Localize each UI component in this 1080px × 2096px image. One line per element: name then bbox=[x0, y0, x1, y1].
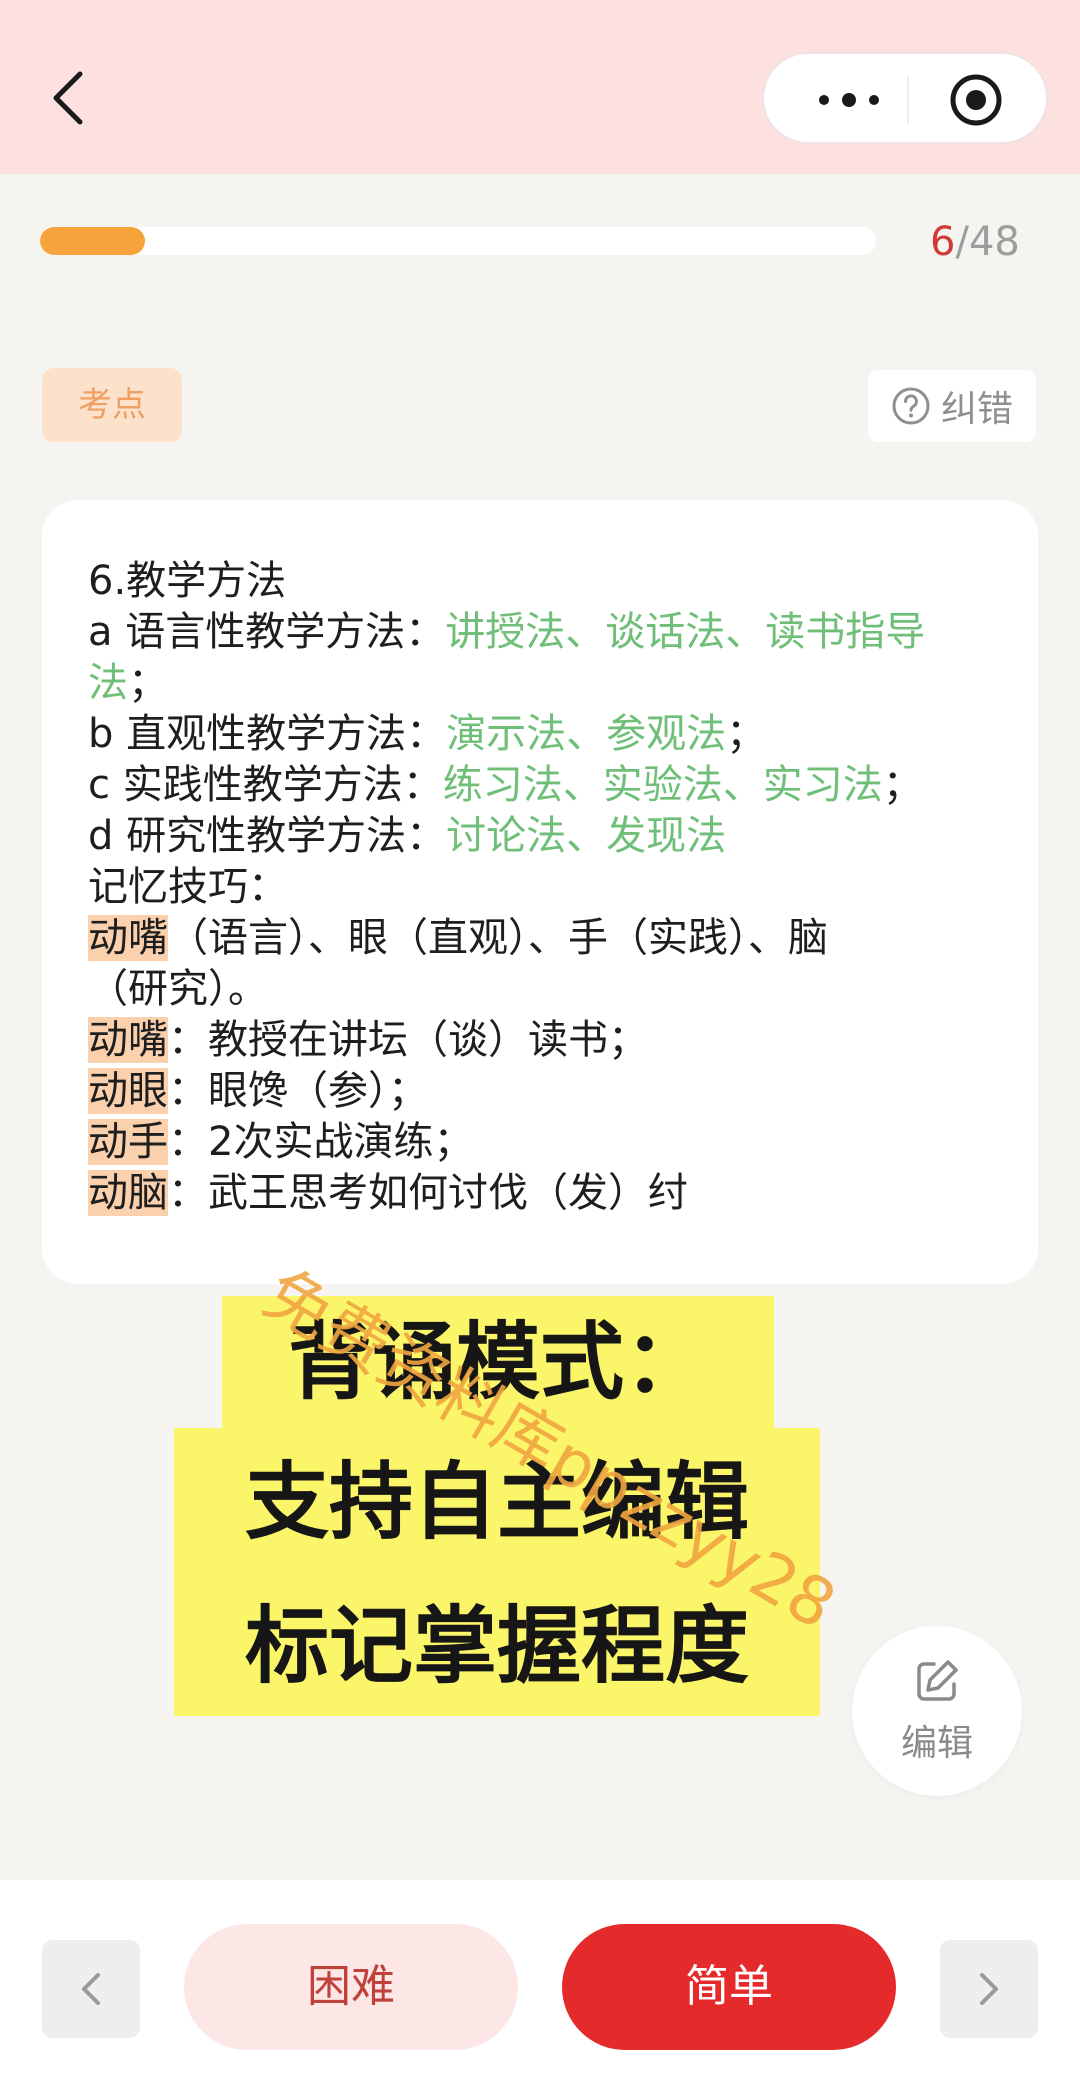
easy-button[interactable]: 简单 bbox=[562, 1924, 896, 2050]
method-c-line: c 实践性教学方法：练习法、实验法、实习法； bbox=[88, 760, 1008, 811]
close-mini-program-button[interactable] bbox=[948, 72, 1004, 128]
more-dots-icon bbox=[819, 93, 879, 107]
report-error-button[interactable]: 纠错 bbox=[868, 370, 1036, 442]
tip-title: 记忆技巧： bbox=[88, 864, 288, 910]
hard-button[interactable]: 困难 bbox=[184, 1924, 518, 2050]
tip-text: （语言）、眼（直观）、手（实践）、脑 bbox=[168, 915, 828, 961]
tip-highlight: 动嘴 bbox=[88, 915, 168, 961]
report-error-label: 纠错 bbox=[940, 389, 1013, 430]
edit-button[interactable]: 编辑 bbox=[852, 1626, 1022, 1796]
method-a-list-cont: 法 bbox=[88, 660, 128, 706]
method-b-list: 演示法、参观法 bbox=[446, 711, 727, 757]
mnemonic-2: 动眼：眼馋（参）； bbox=[88, 1066, 1008, 1117]
more-button[interactable] bbox=[804, 80, 894, 120]
method-d-list: 讨论法、发现法 bbox=[446, 813, 727, 859]
mnemonic-4-text: ：武王思考如何讨伐（发）纣 bbox=[168, 1170, 688, 1216]
method-c-end: ； bbox=[882, 762, 923, 808]
back-button[interactable] bbox=[40, 62, 96, 134]
mnemonic-4-key: 动脑 bbox=[88, 1170, 168, 1216]
method-a-line: a 语言性教学方法：讲授法、谈话法、读书指导 bbox=[88, 607, 1008, 658]
tip-line-2: （研究）。 bbox=[88, 966, 268, 1012]
mnemonic-2-text: ：眼馋（参）； bbox=[168, 1068, 428, 1114]
card-content: 6.教学方法 a 语言性教学方法：讲授法、谈话法、读书指导 法； b 直观性教学… bbox=[88, 556, 1008, 1219]
progress-bar bbox=[40, 227, 876, 255]
top-bar bbox=[0, 0, 1080, 174]
page: 6/48 考点 纠错 6.教学方法 a 语言性教学方法：讲授法、谈话法、读书指导… bbox=[0, 0, 1080, 2096]
mnemonic-4: 动脑：武王思考如何讨伐（发）纣 bbox=[88, 1168, 1008, 1219]
method-b-end: ； bbox=[726, 711, 767, 757]
next-question-button[interactable] bbox=[940, 1940, 1038, 2038]
method-a-label: a 语言性教学方法： bbox=[88, 609, 446, 655]
prev-question-button[interactable] bbox=[42, 1940, 140, 2038]
edit-label: 编辑 bbox=[900, 1723, 973, 1764]
mnemonic-3: 动手：2次实战演练； bbox=[88, 1117, 1008, 1168]
bottom-bar bbox=[0, 1880, 1080, 2096]
mnemonic-1-key: 动嘴 bbox=[88, 1017, 168, 1063]
method-b-line: b 直观性教学方法：演示法、参观法； bbox=[88, 709, 1008, 760]
mnemonic-1: 动嘴：教授在讲坛（谈）读书； bbox=[88, 1015, 1008, 1066]
method-c-list: 练习法、实验法、实习法 bbox=[442, 762, 883, 808]
chevron-left-icon bbox=[82, 1973, 100, 2005]
tip-line: 动嘴（语言）、眼（直观）、手（实践）、脑 bbox=[88, 913, 1008, 964]
mini-program-capsule bbox=[762, 52, 1048, 144]
mnemonic-3-text: ：2次实战演练； bbox=[168, 1119, 474, 1165]
progress-fill bbox=[40, 227, 145, 255]
card-title: 6.教学方法 bbox=[88, 558, 287, 604]
chevron-right-icon bbox=[980, 1973, 998, 2005]
method-a-line-2: 法； bbox=[88, 658, 1008, 709]
mnemonic-1-text: ：教授在讲坛（谈）读书； bbox=[168, 1017, 648, 1063]
question-circle-icon bbox=[892, 387, 930, 425]
total-count: 48 bbox=[968, 219, 1020, 265]
mnemonic-3-key: 动手 bbox=[88, 1119, 168, 1165]
target-icon bbox=[950, 74, 1002, 126]
method-a-end: ； bbox=[128, 660, 168, 706]
edit-icon bbox=[917, 1660, 958, 1701]
method-d-label: d 研究性教学方法： bbox=[88, 813, 447, 859]
mnemonic-2-key: 动眼 bbox=[88, 1068, 168, 1114]
category-tag: 考点 bbox=[42, 368, 182, 442]
method-a-list: 讲授法、谈话法、读书指导 bbox=[445, 609, 926, 655]
capsule-divider bbox=[907, 76, 909, 124]
chevron-left-icon bbox=[53, 71, 83, 125]
method-c-label: c 实践性教学方法： bbox=[88, 762, 443, 808]
counter-separator: / bbox=[955, 219, 969, 265]
current-index: 6 bbox=[930, 219, 956, 265]
question-counter: 6/48 bbox=[930, 214, 1060, 270]
method-b-label: b 直观性教学方法： bbox=[88, 711, 447, 757]
method-d-line: d 研究性教学方法：讨论法、发现法 bbox=[88, 811, 1008, 862]
